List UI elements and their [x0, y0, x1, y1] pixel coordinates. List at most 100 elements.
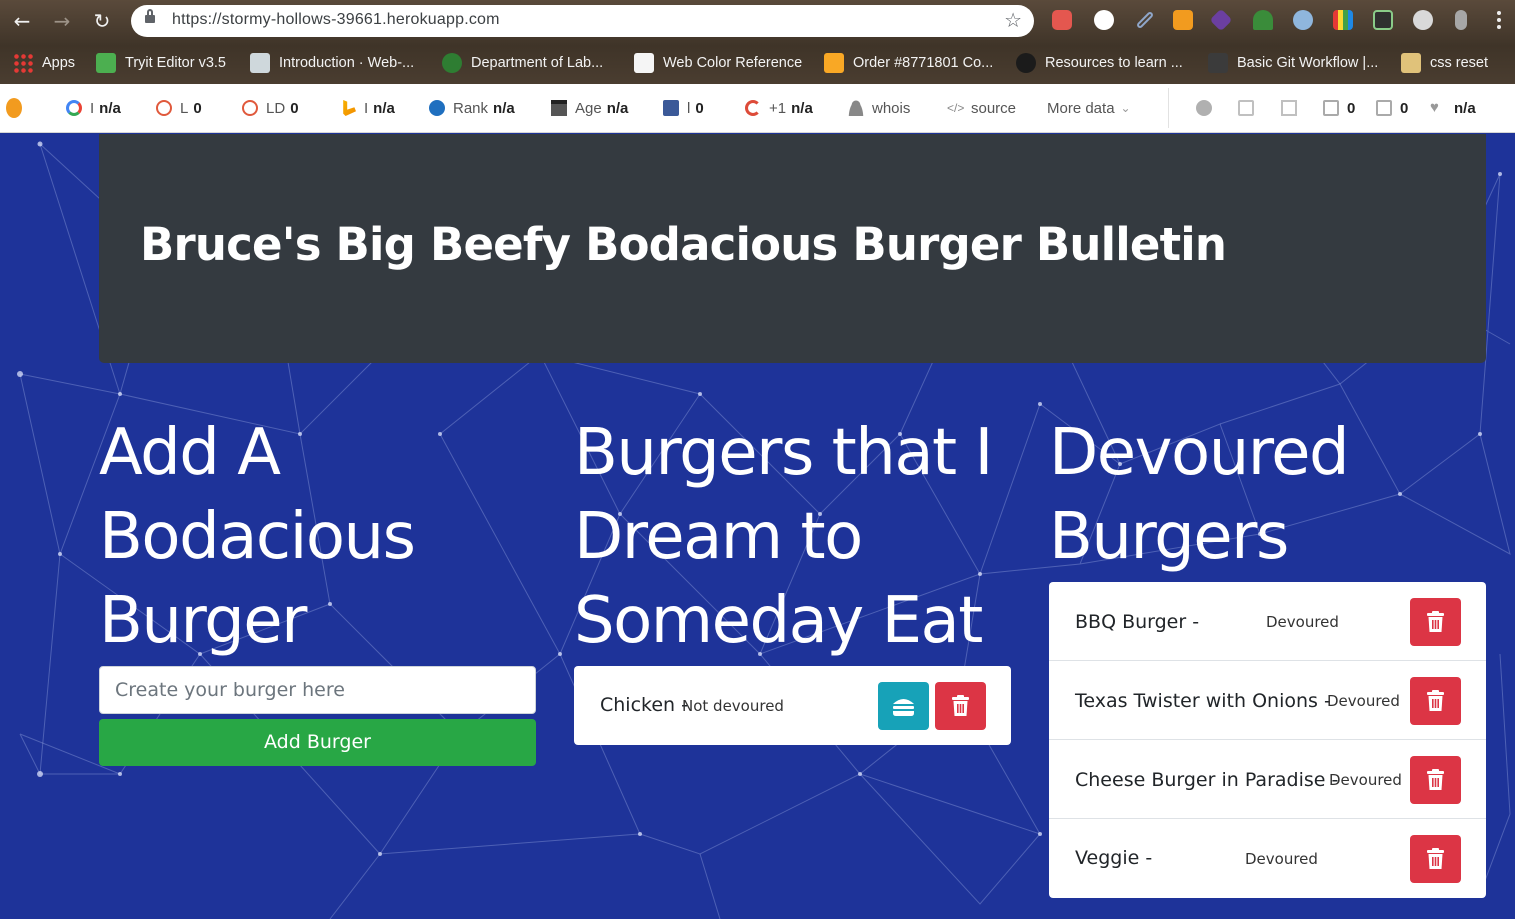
linking-domains-value: 0	[290, 99, 299, 117]
add-burger-button[interactable]: Add Burger	[99, 719, 536, 766]
delete-button[interactable]	[935, 682, 986, 730]
bing-index[interactable]: In/a	[340, 98, 395, 118]
rank-label: Rank	[453, 99, 489, 117]
google-index-value: n/a	[99, 99, 121, 117]
facebook-icon	[663, 100, 679, 116]
facebook-likes[interactable]: l0	[663, 98, 704, 118]
internal-links-value: 0	[1400, 99, 1409, 117]
burger-status: Devoured	[1245, 850, 1318, 868]
google-plus-icon	[745, 100, 761, 116]
google-index[interactable]: In/a	[66, 98, 121, 118]
links-icon	[156, 100, 172, 116]
info-icon[interactable]	[1196, 98, 1220, 118]
extension-gem-icon[interactable]	[1209, 8, 1233, 32]
github-icon	[1016, 53, 1036, 73]
extension-tree-icon[interactable]	[1253, 10, 1273, 30]
list-item: Cheese Burger in Paradise - Devoured	[1049, 740, 1486, 819]
list-item: BBQ Burger - Devoured	[1049, 582, 1486, 661]
burger-name: Texas Twister with Onions -	[1075, 690, 1331, 712]
hg-icon	[634, 53, 654, 73]
alexa-icon	[429, 100, 445, 116]
toolbar-divider	[1168, 88, 1169, 128]
more-data-dropdown[interactable]: More data ⌄	[1047, 98, 1131, 118]
bookmark-apps[interactable]: Apps	[13, 52, 75, 74]
extension-bars-icon[interactable]	[1333, 10, 1353, 30]
burger-status: Devoured	[1266, 613, 1339, 631]
trash-icon	[1427, 848, 1444, 869]
google-plus-value: n/a	[791, 99, 813, 117]
internal-links[interactable]: 0	[1376, 98, 1408, 118]
diagnosis-icon[interactable]	[1281, 98, 1305, 118]
bookmark-star-icon[interactable]: ☆	[1004, 8, 1022, 32]
burger-name: Chicken -	[600, 694, 688, 716]
linking-domains-label: LD	[266, 99, 286, 117]
domain-age[interactable]: Age n/a	[551, 98, 628, 118]
delete-button[interactable]	[1410, 835, 1461, 883]
trash-icon	[1427, 690, 1444, 711]
age-label: Age	[575, 99, 602, 117]
chevron-down-icon: ⌄	[1120, 101, 1131, 115]
extension-globe-icon[interactable]	[1293, 10, 1313, 30]
delete-button[interactable]	[1410, 677, 1461, 725]
devoured-burgers-list: BBQ Burger - Devoured Texas Twister with…	[1049, 582, 1486, 898]
bookmark-web-color[interactable]: Web Color Reference	[634, 52, 802, 74]
google-icon	[66, 100, 82, 116]
burger-status: Devoured	[1327, 692, 1400, 710]
health-status[interactable]: ♥ n/a	[1430, 98, 1476, 118]
book-icon	[250, 53, 270, 73]
heading-line: Burger	[99, 584, 307, 658]
heading-line: Add A	[99, 416, 281, 490]
delete-button[interactable]	[1410, 598, 1461, 646]
bookmark-tryit[interactable]: Tryit Editor v3.5	[96, 52, 226, 74]
bookmark-label: Web Color Reference	[663, 55, 803, 71]
bookmark-label: Apps	[42, 55, 76, 71]
folder-icon	[824, 53, 844, 73]
bookmark-label: Tryit Editor v3.5	[125, 55, 226, 71]
alexa-rank[interactable]: Rank n/a	[429, 98, 515, 118]
apps-grid-icon	[13, 53, 33, 73]
css-reset-icon	[1401, 53, 1421, 73]
heading-line: Devoured	[1049, 416, 1350, 490]
burger-status: Not devoured	[682, 697, 784, 715]
links-count[interactable]: L0	[156, 98, 202, 118]
heading-line: Burgers	[1049, 500, 1289, 574]
links-value: 0	[193, 99, 202, 117]
header-jumbotron: Bruce's Big Beefy Bodacious Burger Bulle…	[99, 134, 1486, 363]
code-icon: </>	[947, 101, 965, 115]
devour-button[interactable]	[878, 682, 929, 730]
reload-icon[interactable]: ↻	[89, 8, 115, 34]
burger-name: BBQ Burger -	[1075, 611, 1200, 633]
extension-w-icon[interactable]	[1413, 10, 1433, 30]
bookmark-resources[interactable]: Resources to learn ...	[1016, 52, 1183, 74]
browser-menu-icon[interactable]	[1496, 9, 1502, 31]
extension-json-icon[interactable]	[1094, 10, 1114, 30]
back-icon[interactable]: ←	[9, 8, 35, 34]
density-icon[interactable]	[1238, 98, 1262, 118]
burger-icon	[893, 699, 914, 716]
forward-icon[interactable]: →	[49, 8, 75, 34]
bookmark-git-workflow[interactable]: Basic Git Workflow |...	[1208, 52, 1378, 74]
linking-domains[interactable]: LD 0	[242, 98, 299, 118]
address-bar[interactable]: https://stormy-hollows-39661.herokuapp.c…	[131, 5, 1034, 37]
external-links[interactable]: 0	[1323, 98, 1355, 118]
bookmark-introduction[interactable]: Introduction · Web-...	[250, 52, 414, 74]
internal-link-icon	[1376, 100, 1392, 116]
heading-line: Bodacious	[99, 500, 416, 574]
extension-sq-icon[interactable]	[1173, 10, 1193, 30]
burger-name-input[interactable]: Create your burger here	[99, 666, 536, 714]
burger-name: Veggie -	[1075, 847, 1153, 869]
bing-index-label: I	[364, 99, 369, 117]
bookmark-css-reset[interactable]: css reset	[1401, 52, 1488, 74]
extension-user-icon[interactable]	[1455, 10, 1467, 30]
whois-link[interactable]: whois	[848, 98, 910, 118]
source-link[interactable]: </> source	[947, 98, 1016, 118]
extension-brackets-icon[interactable]	[1373, 10, 1393, 30]
google-plus[interactable]: +1 n/a	[745, 98, 813, 118]
extension-video-icon[interactable]	[1052, 10, 1072, 30]
bookmark-department[interactable]: Department of Lab...	[442, 52, 603, 74]
source-label: source	[971, 99, 1017, 117]
bookmark-order[interactable]: Order #8771801 Co...	[824, 52, 993, 74]
delete-button[interactable]	[1410, 756, 1461, 804]
extension-pen-icon[interactable]	[1135, 10, 1155, 30]
seoquake-logo-icon[interactable]	[6, 98, 30, 118]
